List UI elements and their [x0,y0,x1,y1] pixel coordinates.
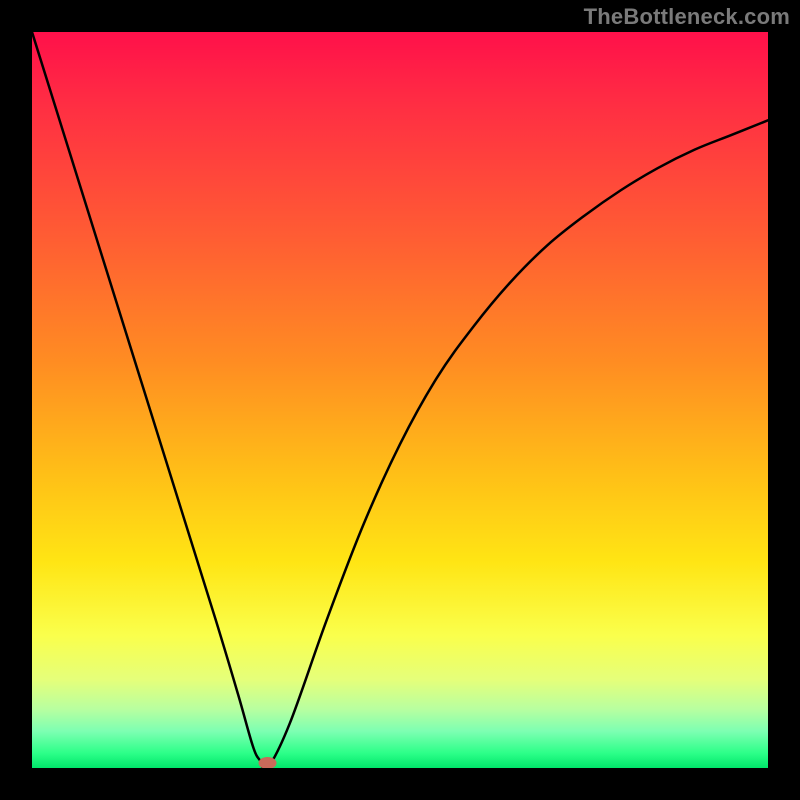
plot-area [32,32,768,768]
bottleneck-curve [32,32,768,768]
chart-frame: TheBottleneck.com [0,0,800,800]
curve-layer [32,32,768,768]
attribution-label: TheBottleneck.com [584,4,790,30]
